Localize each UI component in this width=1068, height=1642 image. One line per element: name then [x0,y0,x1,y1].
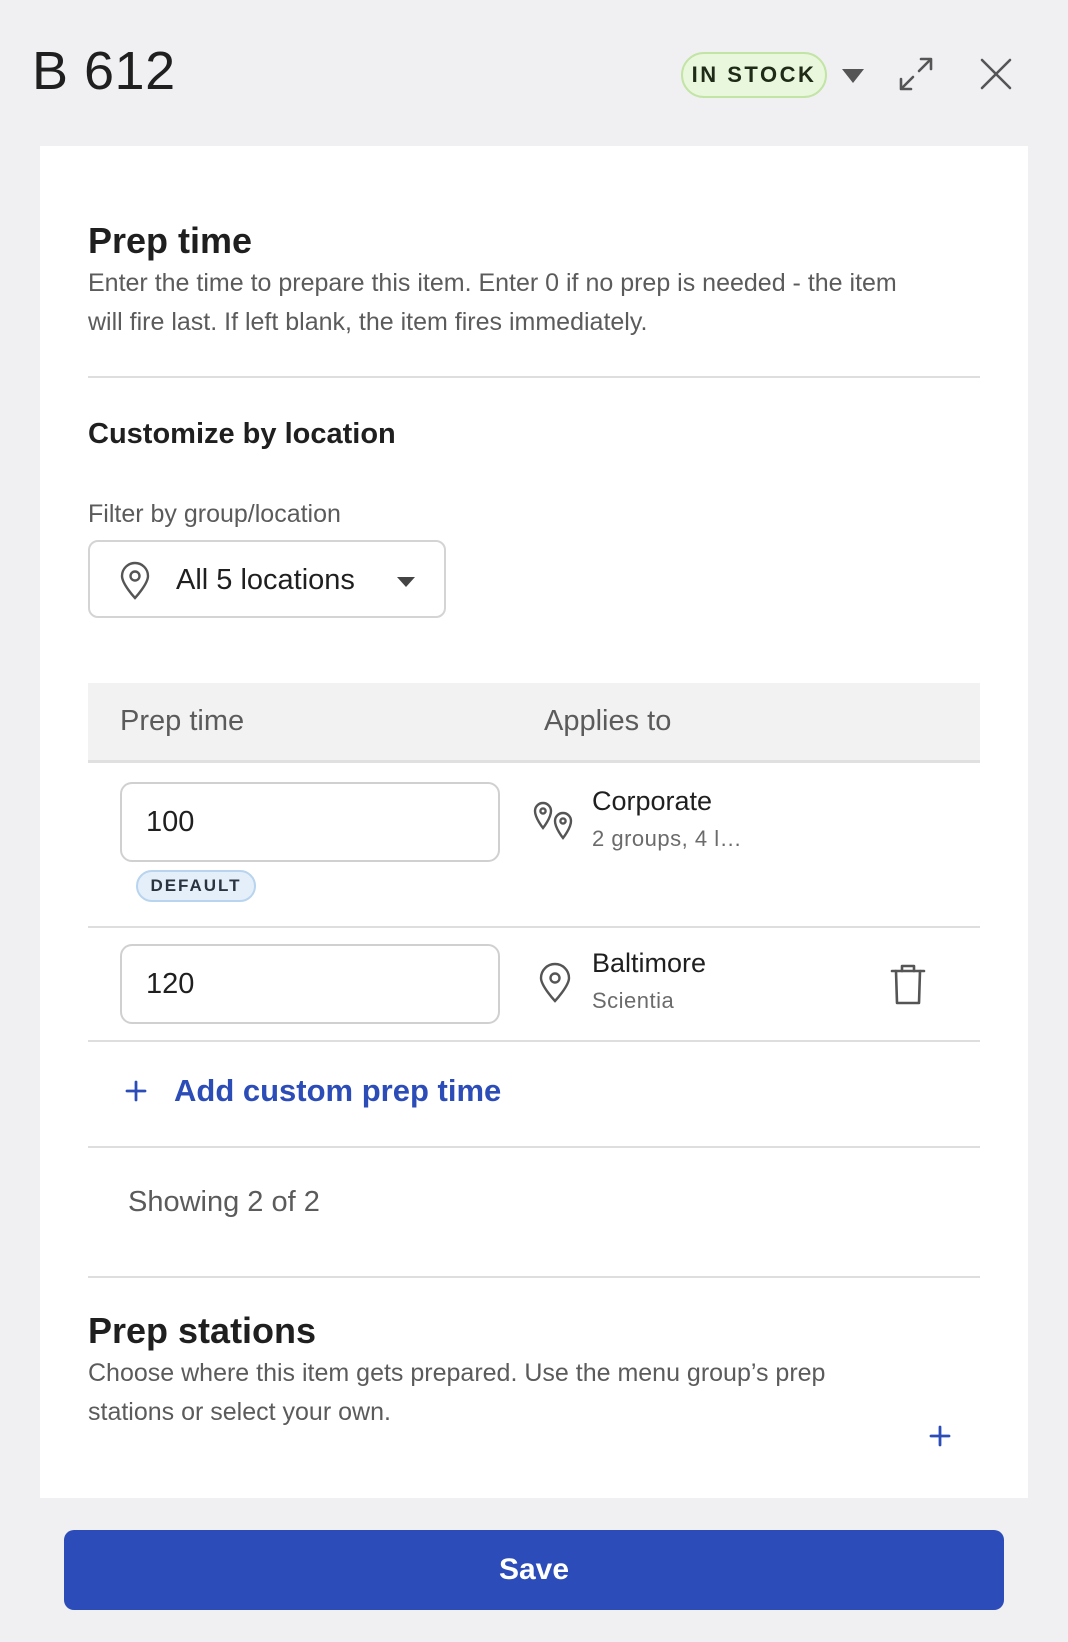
stock-status-badge[interactable]: IN STOCK [681,52,827,98]
location-pin-icon [538,962,572,1009]
prep-time-input[interactable]: 100 [120,782,500,862]
expand-icon[interactable] [896,54,936,94]
location-filter-select[interactable]: All 5 locations [88,540,446,618]
prep-stations-description: Choose where this item gets prepared. Us… [88,1359,826,1426]
trash-icon[interactable] [888,962,928,1006]
prep-time-description: Enter the time to prepare this item. Ent… [88,269,897,336]
add-custom-prep-time-label: Add custom prep time [174,1073,502,1108]
prep-stations-title: Prep stations [88,1310,317,1351]
default-badge: DEFAULT [136,870,256,902]
chevron-down-icon [396,575,416,593]
divider [88,1276,980,1278]
prep-time-table-header: Prep time Applies to [88,683,980,763]
add-prep-station-plus-icon[interactable] [928,1424,952,1448]
save-button[interactable]: Save [64,1530,1004,1610]
prep-time-input[interactable]: 120 [120,944,500,1024]
add-custom-prep-time-button[interactable]: Add custom prep time [124,1066,501,1116]
close-icon[interactable] [976,54,1016,94]
location-name: Corporate [592,786,713,816]
panel-header: B 612 IN STOCK [0,0,1068,146]
prep-time-title: Prep time [88,220,253,261]
location-detail: Scientia [592,988,675,1013]
row-divider [88,1040,980,1042]
column-header-prep-time: Prep time [120,705,245,737]
location-filter-value: All 5 locations [176,564,355,596]
row-divider [88,926,980,928]
divider [88,1146,980,1148]
divider [88,376,980,378]
pagination-status: Showing 2 of 2 [128,1186,320,1218]
multi-location-pin-icon [532,798,576,847]
plus-icon [124,1079,148,1103]
location-name: Baltimore [592,948,707,978]
location-detail: 2 groups, 4 l… [592,826,743,851]
filter-label: Filter by group/location [88,500,341,528]
item-details-card: Prep time Enter the time to prepare this… [40,146,1028,1498]
stock-status-dropdown-icon[interactable] [838,66,868,86]
location-pin-icon [118,561,152,606]
customize-by-location-heading: Customize by location [88,418,396,450]
item-title: B 612 [32,41,176,101]
column-header-applies-to: Applies to [544,705,672,737]
